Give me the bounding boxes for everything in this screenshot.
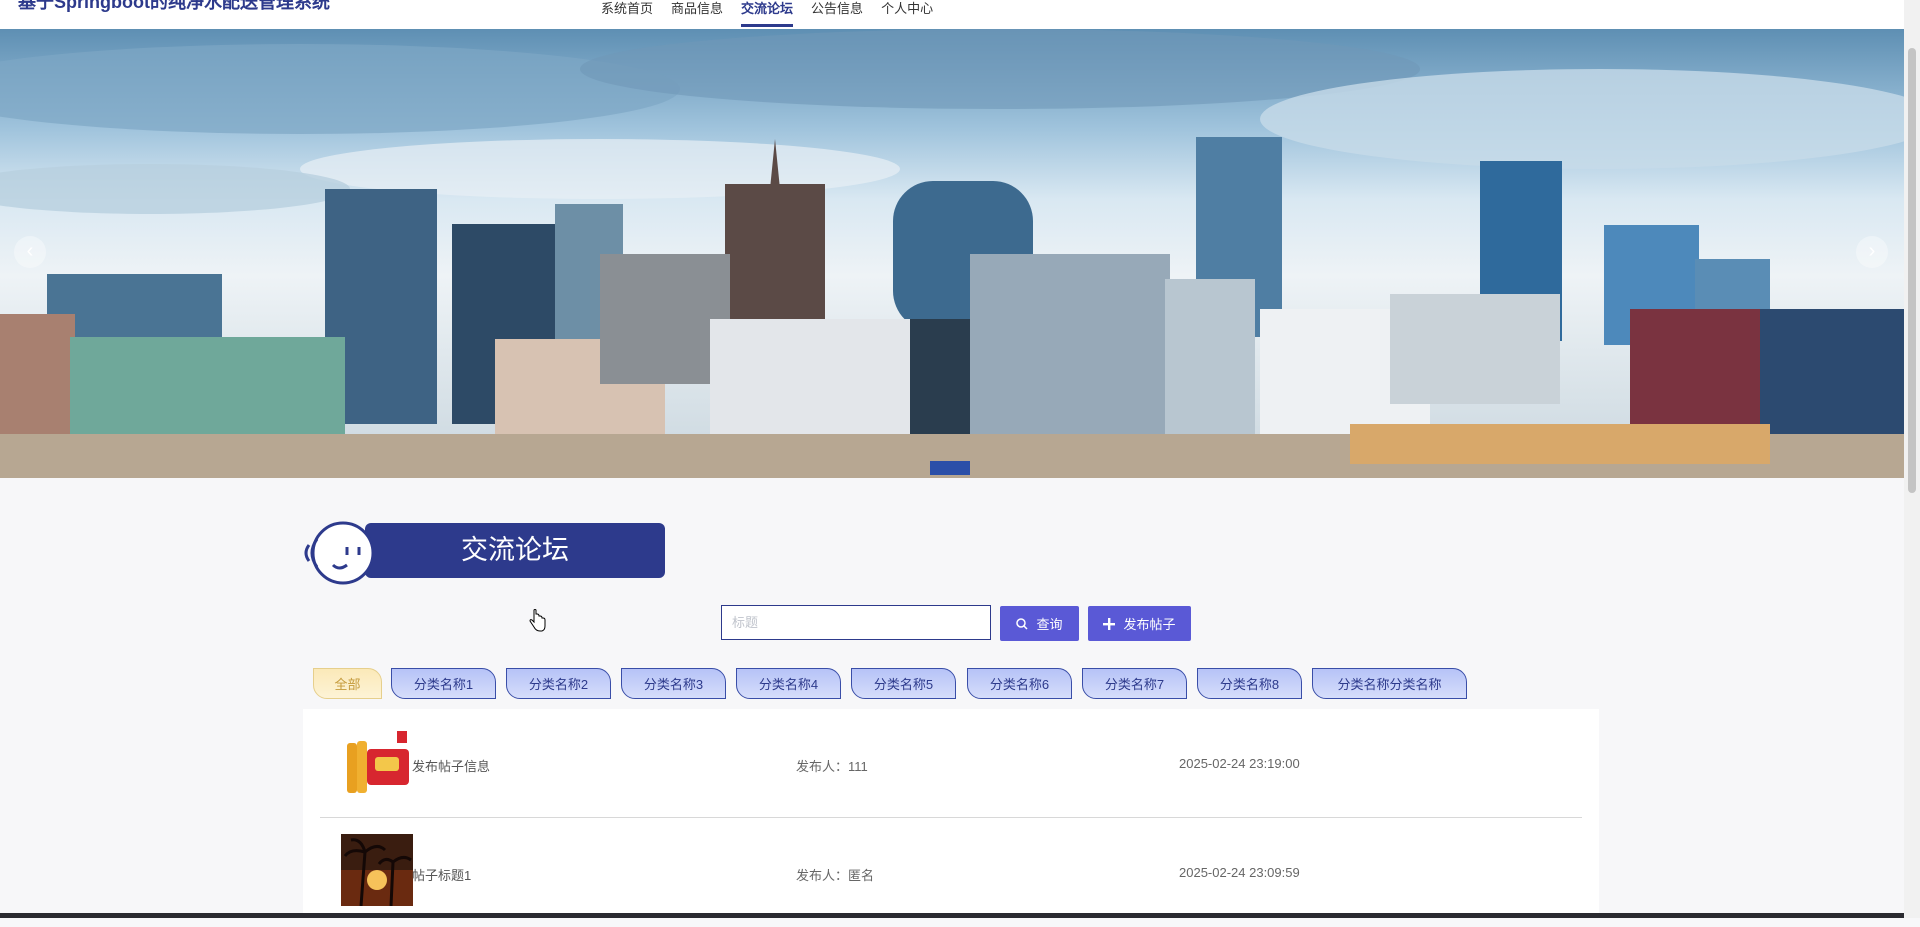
nav-forum[interactable]: 交流论坛 (732, 0, 802, 29)
hand-pointer-cursor-icon (529, 609, 546, 632)
carousel-prev-arrow[interactable]: ‹ (14, 236, 46, 268)
nav-products[interactable]: 商品信息 (662, 0, 732, 29)
category-tab[interactable]: 分类名称2 (506, 668, 611, 699)
top-navbar: 基于Springboot的纯净水配送管理系统 系统首页 商品信息 交流论坛 公告… (0, 0, 1904, 29)
post-list: 发布帖子信息 发布人：111 2025-02-24 23:19:00 帖子标题1… (303, 709, 1599, 918)
post-thumbnail (341, 834, 413, 906)
post-date: 2025-02-24 23:19:00 (1179, 756, 1300, 771)
title-search-input[interactable] (721, 605, 991, 640)
post-author: 发布人：111 (796, 759, 868, 774)
category-tab[interactable]: 分类名称8 (1197, 668, 1302, 699)
nav-announcements[interactable]: 公告信息 (802, 0, 872, 29)
section-title: 交流论坛 (461, 535, 569, 565)
post-row[interactable]: 发布帖子信息 发布人：111 2025-02-24 23:19:00 (303, 709, 1599, 818)
category-tab-all[interactable]: 全部 (313, 668, 382, 699)
category-tab[interactable]: 分类名称3 (621, 668, 726, 699)
category-tab[interactable]: 分类名称1 (391, 668, 496, 699)
post-title[interactable]: 发布帖子信息 (412, 756, 490, 775)
post-row[interactable]: 帖子标题1 发布人：匿名 2025-02-24 23:09:59 (303, 818, 1599, 927)
bottom-edge-strip (0, 913, 1904, 918)
chevron-right-icon: › (1868, 240, 1876, 262)
query-button[interactable]: 查询 (1000, 606, 1079, 641)
publish-post-button-label: 发布帖子 (1123, 617, 1176, 632)
post-thumbnail (341, 727, 413, 799)
post-author: 发布人：匿名 (796, 868, 875, 883)
banner-carousel: ‹ › (0, 29, 1904, 478)
nav-profile[interactable]: 个人中心 (872, 0, 942, 29)
chevron-left-icon: ‹ (26, 240, 34, 262)
category-tab[interactable]: 分类名称6 (967, 668, 1072, 699)
search-icon (1016, 617, 1029, 630)
category-tab[interactable]: 分类名称5 (851, 668, 956, 699)
category-tab[interactable]: 分类名称4 (736, 668, 841, 699)
plus-icon (1103, 617, 1116, 630)
scrollbar-thumb[interactable] (1908, 48, 1916, 493)
query-button-label: 查询 (1036, 617, 1063, 632)
category-tab[interactable]: 分类名称7 (1082, 668, 1187, 699)
main-nav: 系统首页 商品信息 交流论坛 公告信息 个人中心 (592, 0, 942, 29)
publish-post-button[interactable]: 发布帖子 (1088, 606, 1191, 641)
banner-city-skyline-image (0, 29, 1904, 478)
site-title: 基于Springboot的纯净水配送管理系统 (18, 0, 330, 12)
category-tab[interactable]: 分类名称分类名称 (1312, 668, 1467, 699)
mascot-face-icon (304, 521, 373, 585)
post-title[interactable]: 帖子标题1 (412, 865, 471, 884)
post-date: 2025-02-24 23:09:59 (1179, 865, 1300, 880)
carousel-next-arrow[interactable]: › (1856, 236, 1888, 268)
nav-home[interactable]: 系统首页 (592, 0, 662, 29)
page-scrollbar[interactable] (1904, 0, 1920, 918)
forum-section-header: 交流论坛 (303, 515, 665, 591)
